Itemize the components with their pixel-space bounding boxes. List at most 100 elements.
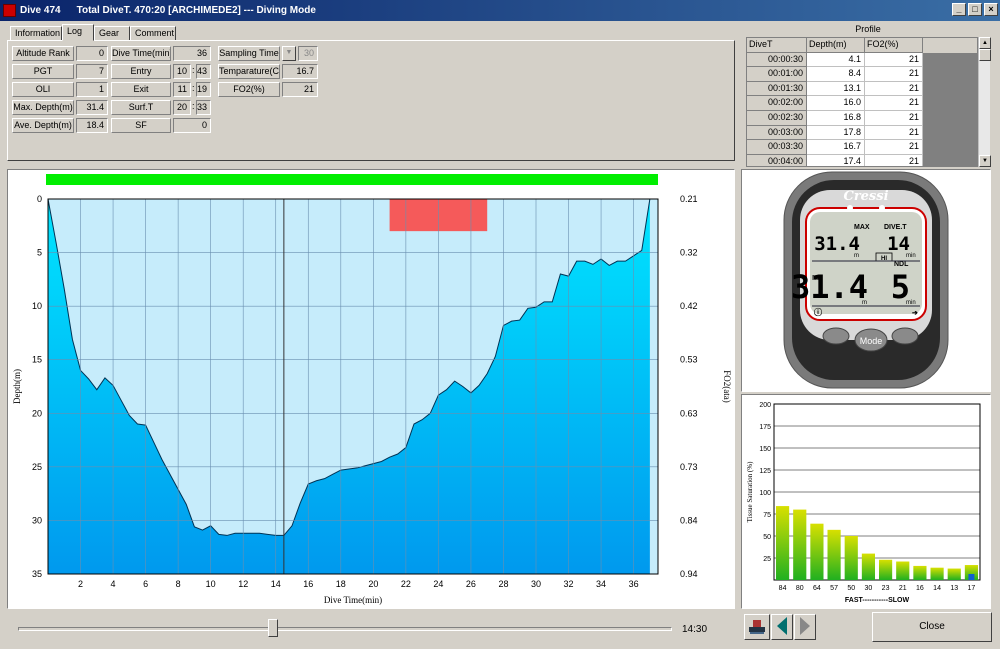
scroll-down-icon[interactable]: ▼ <box>979 155 991 167</box>
y2-tick-label: 0.53 <box>680 355 698 365</box>
next-button[interactable] <box>794 614 816 640</box>
divet-label: DIVE.T <box>884 224 907 231</box>
y2-tick-label: 0.42 <box>680 301 698 311</box>
maximize-button[interactable]: □ <box>968 3 982 16</box>
x-tick-label: 32 <box>564 579 574 589</box>
info-icon: ⓘ <box>814 307 822 317</box>
entry-separator: : <box>192 65 195 75</box>
prev-arrow-icon <box>777 617 787 635</box>
playback-slider-thumb[interactable] <box>268 619 279 637</box>
sf-label: SF <box>111 118 171 133</box>
x-tick-label: 22 <box>401 579 411 589</box>
ndl-label: NDL <box>894 261 909 268</box>
exit-separator: : <box>192 83 195 93</box>
max-unit: m <box>854 253 859 259</box>
table-row[interactable]: 00:03:30 16.7 21 <box>747 140 977 155</box>
max-depth-display: 31.4 <box>814 233 860 255</box>
table-row[interactable]: 00:04:00 17.4 21 <box>747 154 977 166</box>
y-tick-label: 5 <box>37 248 42 258</box>
table-row[interactable]: 00:03:00 17.8 21 <box>747 125 977 141</box>
y-tick-label: 10 <box>32 301 42 311</box>
altitude-rank-label: Altitude Rank <box>12 46 74 61</box>
tissue-bar <box>793 509 807 580</box>
dive-profile-chart[interactable]: 0 0.21 5 0.32 10 0.42 15 0.53 20 0.63 25 0.73 30 0.84… <box>8 170 734 608</box>
y2-tick-label: 0.21 <box>680 194 698 204</box>
y-tick-label: 15 <box>32 355 42 365</box>
sampling-time-dropdown[interactable]: ▼ <box>282 46 296 61</box>
minimize-button[interactable]: _ <box>952 3 966 16</box>
row-fo2: 21 <box>865 110 923 126</box>
close-window-button[interactable]: × <box>984 3 998 16</box>
tab-gear[interactable]: Gear <box>94 26 130 41</box>
x-tick-label: 36 <box>629 579 639 589</box>
close-button[interactable]: Close <box>872 612 992 642</box>
row-depth: 17.8 <box>807 125 865 141</box>
y-axis-label: Depth(m) <box>12 369 22 404</box>
header-depth[interactable]: Depth(m) <box>807 38 865 53</box>
computer-panel: Cressi MAX 31.4 m DIVE.T 14 min HI NDL 3… <box>741 169 991 392</box>
fo2-value: 21 <box>282 82 318 97</box>
n2-label: N2 <box>812 275 821 282</box>
x-tick-label: 8 <box>176 579 181 589</box>
pgt-value: 7 <box>76 64 108 79</box>
table-row[interactable]: 00:02:00 16.0 21 <box>747 96 977 111</box>
sampling-time-label: Sampling Time <box>218 46 280 61</box>
temperature-value: 16.7 <box>282 64 318 79</box>
x-axis-label: Dive Time(min) <box>324 595 382 605</box>
dive-profile-panel: 0 0.21 5 0.32 10 0.42 15 0.53 20 0.63 25 0.73 30 0.84… <box>7 169 735 609</box>
y2-tick-label: 0.84 <box>680 515 698 525</box>
scroll-thumb[interactable] <box>979 49 991 61</box>
ship-icon <box>749 620 765 634</box>
row-depth: 17.4 <box>807 154 865 166</box>
table-row[interactable]: 00:01:30 13.1 21 <box>747 81 977 97</box>
ndl-unit: min <box>906 300 916 306</box>
row-depth: 16.8 <box>807 110 865 126</box>
tissue-y-tick: 25 <box>763 556 771 563</box>
row-filler <box>923 52 977 68</box>
tab-comment[interactable]: Comment <box>130 26 176 41</box>
entry-minute: 43 <box>196 64 211 79</box>
y2-tick-label: 0.32 <box>680 248 698 258</box>
y-tick-label: 25 <box>32 462 42 472</box>
row-divet: 00:02:30 <box>747 110 807 126</box>
profile-scrollbar[interactable]: ▲ ▼ <box>978 37 991 167</box>
tab-information[interactable]: Information <box>10 26 62 41</box>
tab-log[interactable]: Log <box>62 24 94 41</box>
dive-time-value: 36 <box>173 46 211 61</box>
x-tick-label: 12 <box>238 579 248 589</box>
x-tick-label: 16 <box>303 579 313 589</box>
table-row[interactable]: 00:00:30 4.1 21 <box>747 52 977 68</box>
tissue-y-tick: 150 <box>759 446 771 453</box>
left-button-icon[interactable] <box>822 327 850 345</box>
x-tick-label: 34 <box>596 579 606 589</box>
table-row[interactable]: 00:02:30 16.8 21 <box>747 110 977 126</box>
x-tick-label: 4 <box>111 579 116 589</box>
header-fo2[interactable]: FO2(%) <box>865 38 923 53</box>
profile-title: Profile <box>855 24 881 34</box>
tissue-marker <box>968 574 975 580</box>
mode-button-label: Mode <box>860 336 883 346</box>
table-row[interactable]: 00:01:00 8.4 21 <box>747 67 977 82</box>
row-fo2: 21 <box>865 140 923 155</box>
tissue-x-tick: 14 <box>933 585 941 592</box>
tissue-y-tick: 100 <box>759 490 771 497</box>
ship-button[interactable] <box>744 614 770 640</box>
scroll-up-icon[interactable]: ▲ <box>979 37 991 49</box>
header-divet[interactable]: DiveT <box>747 38 807 53</box>
y2-tick-label: 0.63 <box>680 408 698 418</box>
x-tick-label: 6 <box>143 579 148 589</box>
tissue-y-label: Tissue Saturation (%) <box>746 461 754 522</box>
y2-axis-label: FO2(ata) <box>722 370 732 403</box>
playback-track[interactable] <box>18 627 672 631</box>
tissue-y-tick: 50 <box>763 534 771 541</box>
x-tick-label: 14 <box>271 579 281 589</box>
ave-depth-label: Ave. Depth(m) <box>12 118 74 133</box>
previous-button[interactable] <box>771 614 793 640</box>
right-button-icon[interactable] <box>891 327 919 345</box>
sampling-time-value[interactable]: 30 <box>298 46 318 61</box>
row-filler <box>923 140 977 155</box>
tissue-x-tick: 13 <box>950 585 958 592</box>
row-filler <box>923 154 977 166</box>
row-filler <box>923 81 977 97</box>
profile-table: DiveT Depth(m) FO2(%) 00:00:30 4.1 21 00:01… <box>746 37 978 167</box>
